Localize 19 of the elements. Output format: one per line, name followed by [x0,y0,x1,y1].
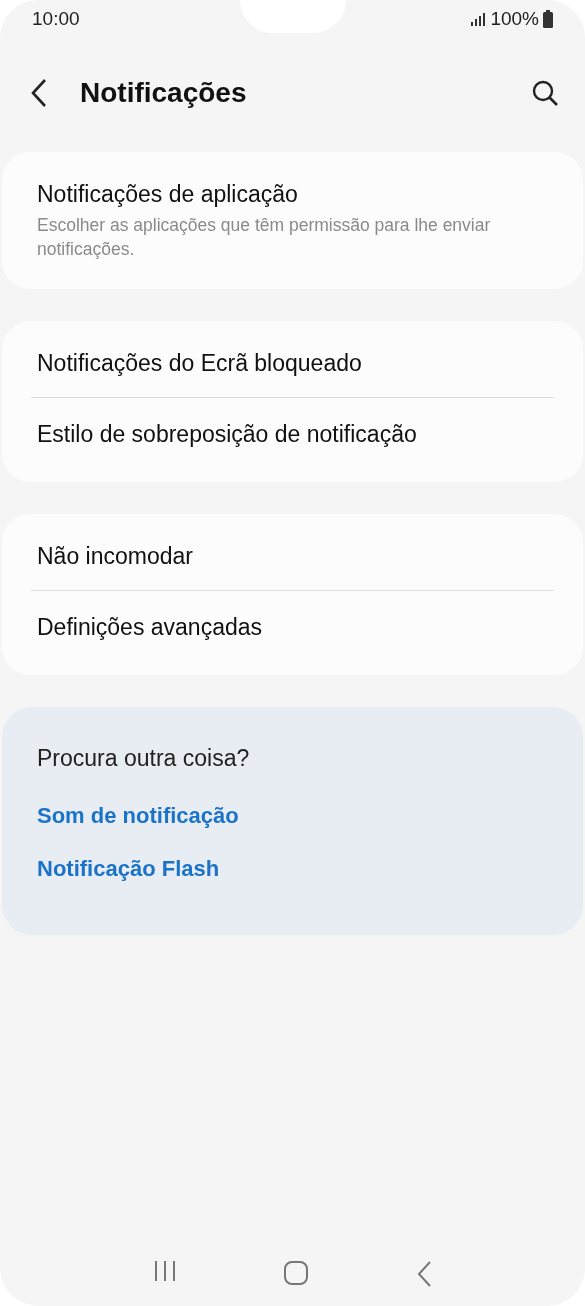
page-title: Notificações [79,76,248,110]
signal-icon [470,12,487,26]
suggestions-title: Procura outra coisa? [37,743,251,773]
back-icon[interactable] [30,78,48,108]
settings-item[interactable]: Notificações de aplicação [37,180,548,210]
settings-item[interactable]: Notificações do Ecrã bloqueado [37,349,548,380]
battery-percentage: 100% [490,6,539,31]
recent-apps-icon[interactable] [153,1260,178,1282]
suggestion-link[interactable]: Notificação Flash [37,852,220,886]
settings-item[interactable]: Definições avançadas [37,612,548,643]
item-description: Escolher as aplicações que têm permissão para lhe enviar notificações. [37,213,492,261]
settings-item[interactable]: Não incomodar [37,541,548,572]
back-nav-icon[interactable] [415,1260,432,1288]
battery-icon [543,10,553,28]
search-icon[interactable] [531,79,559,107]
home-icon[interactable] [283,1260,310,1286]
suggestion-link[interactable]: Som de notificação [37,799,239,833]
settings-item[interactable]: Estilo de sobreposição de notificação [37,420,548,450]
status-time: 10:00 [32,6,80,31]
